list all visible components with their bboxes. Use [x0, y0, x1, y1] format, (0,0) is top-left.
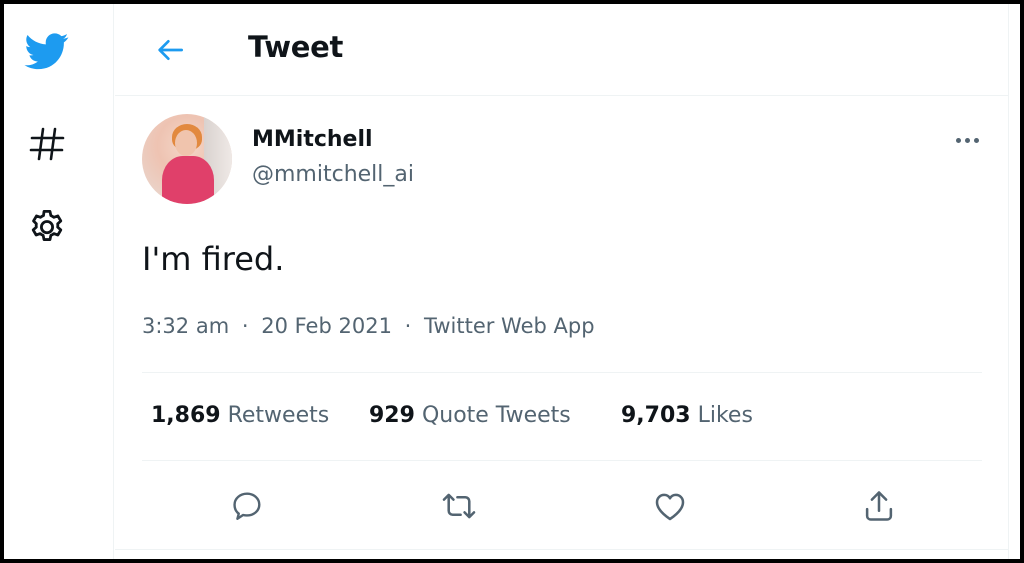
- retweets-count: 1,869: [151, 403, 221, 428]
- page-header: Tweet: [115, 4, 1008, 96]
- quote-tweets-stat[interactable]: 929 Quote Tweets: [369, 403, 571, 428]
- tweet-source[interactable]: Twitter Web App: [424, 314, 595, 338]
- gear-icon[interactable]: [22, 204, 72, 252]
- left-nav-rail: [4, 4, 114, 559]
- more-options-button[interactable]: [947, 124, 987, 156]
- tweet-detail-column: Tweet MMitchell @mmitchell_ai I'm fired.…: [115, 4, 1009, 559]
- share-icon: [865, 491, 893, 521]
- like-icon: [655, 493, 685, 521]
- like-button[interactable]: [646, 482, 694, 530]
- author-handle[interactable]: @mmitchell_ai: [252, 162, 414, 187]
- tweet-time[interactable]: 3:32 am: [142, 314, 229, 338]
- divider: [142, 372, 982, 373]
- tweet-text: I'm fired.: [142, 240, 285, 278]
- avatar[interactable]: [142, 114, 232, 204]
- retweet-icon: [442, 493, 476, 519]
- divider: [115, 549, 1008, 550]
- tweet-metadata: 3:32 am · 20 Feb 2021 · Twitter Web App: [142, 314, 595, 338]
- app-window: Tweet MMitchell @mmitchell_ai I'm fired.…: [4, 4, 1020, 559]
- quote-tweets-label: Quote Tweets: [421, 403, 571, 428]
- tweet-date[interactable]: 20 Feb 2021: [261, 314, 392, 338]
- tweet-action-bar: [115, 482, 1008, 542]
- reply-icon: [233, 492, 261, 520]
- retweets-label: Retweets: [227, 403, 330, 428]
- quote-tweets-count: 929: [369, 403, 415, 428]
- likes-stat[interactable]: 9,703 Likes: [621, 403, 753, 428]
- column-border: [1008, 4, 1009, 559]
- hashtag-icon[interactable]: [22, 120, 72, 168]
- retweet-button[interactable]: [435, 482, 483, 530]
- meta-separator: ·: [241, 314, 249, 338]
- likes-count: 9,703: [621, 403, 691, 428]
- share-button[interactable]: [855, 482, 903, 530]
- page-title: Tweet: [248, 30, 344, 64]
- more-dots-icon: [955, 137, 961, 143]
- twitter-bird-icon[interactable]: [22, 26, 72, 76]
- author-display-name[interactable]: MMitchell: [252, 127, 373, 152]
- reply-button[interactable]: [223, 482, 271, 530]
- arrow-left-icon: [158, 40, 183, 60]
- back-button[interactable]: [151, 30, 191, 70]
- likes-label: Likes: [697, 403, 753, 428]
- divider: [142, 460, 982, 461]
- retweets-stat[interactable]: 1,869 Retweets: [151, 403, 329, 428]
- meta-separator: ·: [404, 314, 412, 338]
